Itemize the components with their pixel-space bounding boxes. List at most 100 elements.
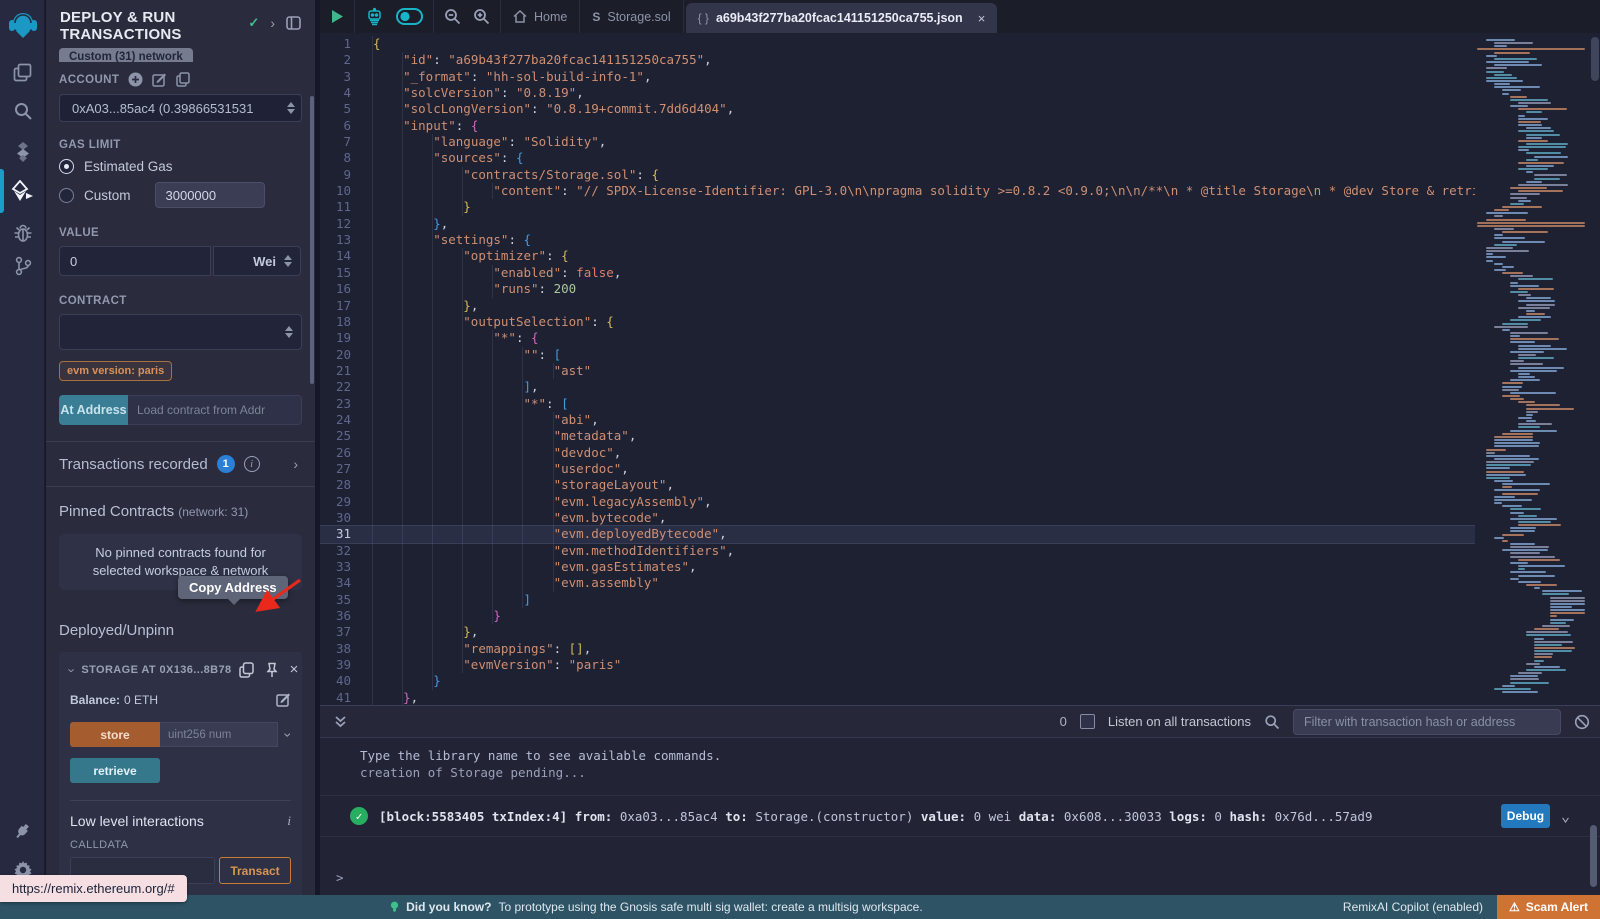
code-line[interactable]: 41}, — [320, 690, 1475, 705]
zoom-in-icon[interactable] — [473, 8, 490, 25]
code-line[interactable]: 3"_format": "hh-sol-build-info-1", — [320, 69, 1475, 85]
terminal-scrollbar[interactable] — [1590, 825, 1597, 887]
code-line[interactable]: 28"storageLayout", — [320, 477, 1475, 493]
code-line[interactable]: 7"language": "Solidity", — [320, 134, 1475, 150]
code-line[interactable]: 10"content": "// SPDX-License-Identifier… — [320, 183, 1475, 199]
scam-alert-button[interactable]: ⚠ Scam Alert — [1497, 895, 1600, 919]
value-unit-select[interactable]: Wei — [213, 246, 301, 276]
terminal-prompt[interactable]: > — [320, 870, 1600, 895]
remove-contract-icon[interactable]: × — [290, 665, 299, 675]
sign-message-icon[interactable] — [152, 72, 167, 87]
code-line[interactable]: 8"sources": { — [320, 150, 1475, 166]
account-select[interactable]: 0xA03...85ac4 (0.39866531531 — [59, 94, 302, 122]
code-line[interactable]: 18"outputSelection": { — [320, 314, 1475, 330]
remix-ai-robot-icon[interactable] — [365, 7, 384, 26]
edit-balance-icon[interactable] — [276, 692, 291, 707]
code-line[interactable]: 37}, — [320, 624, 1475, 640]
code-line[interactable]: 26"devdoc", — [320, 445, 1475, 461]
code-line[interactable]: 22], — [320, 379, 1475, 395]
store-argument-input[interactable] — [160, 722, 278, 747]
copilot-status[interactable]: RemixAI Copilot (enabled) — [1343, 900, 1483, 914]
code-line[interactable]: 40} — [320, 673, 1475, 689]
solidity-compiler-icon[interactable] — [0, 132, 45, 172]
debug-button[interactable]: Debug — [1501, 804, 1550, 828]
code-line[interactable]: 29"evm.legacyAssembly", — [320, 494, 1475, 510]
low-level-info-icon[interactable]: i — [287, 813, 291, 829]
copy-address-icon[interactable] — [239, 662, 254, 678]
code-line[interactable]: 20"": [ — [320, 347, 1475, 363]
retrieve-function-button[interactable]: retrieve — [70, 758, 160, 783]
listen-all-checkbox[interactable] — [1080, 714, 1095, 729]
plugin-manager-icon[interactable] — [0, 812, 45, 852]
code-line[interactable]: 35] — [320, 592, 1475, 608]
tab-storage-sol[interactable]: S Storage.sol — [580, 0, 683, 33]
account-stepper[interactable] — [287, 102, 295, 114]
terminal-collapse-icon[interactable] — [334, 715, 347, 729]
git-branch-icon[interactable] — [0, 246, 45, 286]
code-line[interactable]: 25"metadata", — [320, 428, 1475, 444]
estimated-gas-radio[interactable] — [59, 159, 74, 174]
pin-contract-icon[interactable] — [265, 662, 279, 678]
split-view-icon[interactable] — [286, 16, 301, 30]
code-line[interactable]: 13"settings": { — [320, 232, 1475, 248]
code-line[interactable]: 38"remappings": [], — [320, 641, 1475, 657]
load-contract-input[interactable] — [128, 395, 302, 425]
terminal-output[interactable]: Type the library name to see available c… — [320, 738, 1600, 895]
code-line[interactable]: 11} — [320, 199, 1475, 215]
file-explorer-icon[interactable] — [0, 52, 45, 92]
code-line[interactable]: 24"abi", — [320, 412, 1475, 428]
code-line[interactable]: 31"evm.deployedBytecode", — [320, 526, 1475, 542]
copy-account-icon[interactable] — [176, 72, 190, 87]
transactions-expand-icon[interactable]: › — [293, 456, 298, 472]
close-tab-icon[interactable]: × — [978, 11, 986, 26]
code-line[interactable]: 9"contracts/Storage.sol": { — [320, 167, 1475, 183]
search-icon[interactable] — [0, 91, 45, 131]
code-line[interactable]: 2"id": "a69b43f277ba20fcac141151250ca755… — [320, 52, 1475, 68]
at-address-button[interactable]: At Address — [59, 395, 128, 425]
code-line[interactable]: 30"evm.bytecode", — [320, 510, 1475, 526]
code-line[interactable]: 19"*": { — [320, 330, 1475, 346]
tx-expand-icon[interactable]: ⌄ — [1561, 807, 1570, 825]
code-line[interactable]: 34"evm.assembly" — [320, 575, 1475, 591]
code-line[interactable]: 27"userdoc", — [320, 461, 1475, 477]
add-account-icon[interactable] — [128, 72, 143, 87]
value-input[interactable] — [59, 246, 211, 276]
panel-pin-right-icon[interactable]: › — [270, 15, 275, 31]
code-line[interactable]: 32"evm.methodIdentifiers", — [320, 543, 1475, 559]
transaction-log-row[interactable]: ✓ [block:5583405 txIndex:4] from: 0xa03.… — [320, 795, 1600, 837]
code-line[interactable]: 39"evmVersion": "paris" — [320, 657, 1475, 673]
code-line[interactable]: 5"solcLongVersion": "0.8.19+commit.7dd6d… — [320, 101, 1475, 117]
run-script-icon[interactable] — [330, 9, 344, 24]
custom-gas-input[interactable] — [155, 182, 265, 208]
tab-json-file[interactable]: { } a69b43f277ba20fcac141151250ca755.jso… — [686, 3, 998, 33]
code-line[interactable]: 6"input": { — [320, 118, 1475, 134]
minimap[interactable] — [1475, 33, 1588, 695]
contract-select[interactable] — [59, 314, 302, 350]
panel-scrollbar[interactable] — [310, 96, 314, 384]
code-line[interactable]: 1{ — [320, 36, 1475, 52]
code-line[interactable]: 16"runs": 200 — [320, 281, 1475, 297]
zoom-out-icon[interactable] — [444, 8, 461, 25]
editor-scrollbar[interactable] — [1591, 37, 1599, 81]
transact-button[interactable]: Transact — [219, 857, 291, 884]
code-line[interactable]: 33"evm.gasEstimates", — [320, 559, 1475, 575]
store-expand-icon[interactable]: › — [280, 732, 296, 737]
deploy-and-run-icon[interactable] — [0, 171, 45, 211]
code-line[interactable]: 17}, — [320, 298, 1475, 314]
code-line[interactable]: 21"ast" — [320, 363, 1475, 379]
code-editor[interactable]: 1{2"id": "a69b43f277ba20fcac141151250ca7… — [320, 33, 1600, 705]
code-line[interactable]: 4"solcVersion": "0.8.19", — [320, 85, 1475, 101]
clear-filter-icon[interactable] — [1574, 714, 1590, 730]
contract-collapse-icon[interactable]: › — [65, 668, 80, 672]
custom-gas-radio[interactable] — [59, 188, 74, 203]
transaction-filter-input[interactable] — [1293, 709, 1561, 735]
ai-copilot-toggle[interactable] — [396, 8, 423, 25]
code-line[interactable]: 14"optimizer": { — [320, 248, 1475, 264]
code-line[interactable]: 23"*": [ — [320, 396, 1475, 412]
code-line[interactable]: 15"enabled": false, — [320, 265, 1475, 281]
code-line[interactable]: 12}, — [320, 216, 1475, 232]
transactions-info-icon[interactable]: i — [244, 456, 260, 472]
tab-home[interactable]: Home — [501, 0, 580, 33]
remix-logo-icon[interactable] — [0, 8, 45, 44]
code-line[interactable]: 36} — [320, 608, 1475, 624]
